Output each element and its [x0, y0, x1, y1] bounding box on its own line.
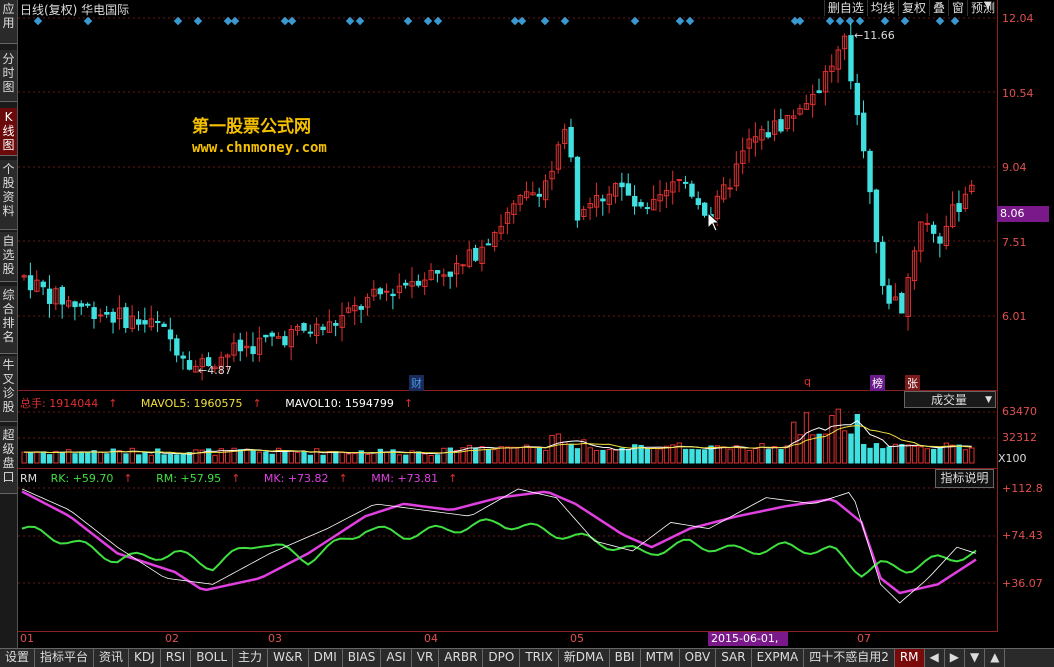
- chevron-down-icon: ▼: [985, 395, 992, 405]
- watermark-url: www.chnmoney.com: [192, 140, 327, 156]
- mouse-cursor-icon: [707, 212, 721, 232]
- current-price-badge: 8.06: [997, 206, 1049, 222]
- tab-18[interactable]: OBV: [680, 649, 717, 667]
- tab-14[interactable]: TRIX: [520, 649, 559, 667]
- scroll-right-icon[interactable]: ▶: [945, 649, 965, 667]
- tab-7[interactable]: W&R: [268, 649, 309, 667]
- indicator-tick: +36.07: [1002, 577, 1043, 590]
- scroll-up-icon[interactable]: ▲: [985, 649, 1006, 667]
- pane-divider-volume: [18, 390, 997, 391]
- legend-total-volume: 总手: 1914044 ↑: [20, 397, 118, 410]
- x-tick: 03: [268, 632, 282, 645]
- grid-lines: [18, 17, 997, 584]
- tab-4[interactable]: RSI: [161, 649, 192, 667]
- volume-bars: [21, 408, 975, 464]
- indicator-tick: +112.8: [1002, 482, 1043, 495]
- x-tick: 04: [424, 632, 438, 645]
- volume-tick: 63470: [1002, 405, 1037, 418]
- tab-3[interactable]: KDJ: [129, 649, 161, 667]
- price-tick: 9.04: [1002, 161, 1027, 174]
- indicator-lines: [21, 488, 977, 604]
- tab-13[interactable]: DPO: [483, 649, 521, 667]
- tab-19[interactable]: SAR: [716, 649, 752, 667]
- tab-2[interactable]: 资讯: [94, 649, 130, 667]
- tab-5[interactable]: BOLL: [191, 649, 234, 667]
- tab-8[interactable]: DMI: [309, 649, 343, 667]
- pane-divider-indicator: [18, 468, 997, 469]
- x-tick: 02: [165, 632, 179, 645]
- indicator-help-button[interactable]: 指标说明: [935, 469, 994, 488]
- volume-unit: X100: [998, 452, 1027, 465]
- marker-finance[interactable]: 财: [409, 375, 424, 391]
- legend-mm: MM: +73.81 ↑: [371, 472, 458, 485]
- scroll-down-icon[interactable]: ▼: [965, 649, 986, 667]
- tab-11[interactable]: VR: [412, 649, 440, 667]
- kline-chart[interactable]: [0, 0, 1054, 648]
- candlesticks: [21, 22, 975, 381]
- volume-legend: 总手: 1914044 ↑ MAVOL5: 1960575 ↑ MAVOL10: 1…: [20, 395, 433, 411]
- x-tick: 07: [857, 632, 871, 645]
- indicator-tab-bar: 设置 指标平台 资讯 KDJ RSI BOLL 主力 W&R DMI BIAS ASI VR ARBR D…: [0, 648, 1054, 667]
- x-tick: 01: [20, 632, 34, 645]
- low-price-label: ←4.87: [198, 364, 232, 377]
- tab-22[interactable]: RM: [894, 649, 925, 667]
- price-tick: 12.04: [1002, 12, 1034, 25]
- tab-16[interactable]: BBI: [610, 649, 641, 667]
- volume-indicator-select[interactable]: 成交量 ▼: [904, 391, 996, 408]
- tab-12[interactable]: ARBR: [439, 649, 484, 667]
- marker-q[interactable]: q: [804, 375, 811, 388]
- tab-20[interactable]: EXPMA: [752, 649, 805, 667]
- cursor-date-badge: 2015-06-01,一: [708, 632, 788, 659]
- marker-list[interactable]: 榜: [870, 375, 885, 391]
- indicator-tick: +74.43: [1002, 529, 1043, 542]
- tab-15[interactable]: 新DMA: [559, 649, 610, 667]
- indicator-legend: RM RK: +59.70 ↑ RM: +57.95 ↑ MK: +73.82 ↑ M…: [20, 472, 477, 485]
- x-tick: 05: [570, 632, 584, 645]
- high-price-label: ←11.66: [854, 29, 895, 42]
- indicator-name: RM: [20, 472, 38, 485]
- tab-17[interactable]: MTM: [641, 649, 680, 667]
- info-markers: [33, 16, 960, 26]
- tab-0[interactable]: 设置: [0, 649, 36, 667]
- tab-21[interactable]: 四十不惑自用2: [804, 649, 895, 667]
- tab-10[interactable]: ASI: [381, 649, 412, 667]
- legend-rk: RK: +59.70 ↑: [50, 472, 133, 485]
- tab-1[interactable]: 指标平台: [35, 649, 95, 667]
- legend-mk: MK: +73.82 ↑: [263, 472, 348, 485]
- marker-limit-up[interactable]: 张: [905, 375, 920, 391]
- scroll-left-icon[interactable]: ◀: [925, 649, 945, 667]
- tab-9[interactable]: BIAS: [343, 649, 382, 667]
- legend-rm: RM: +57.95 ↑: [156, 472, 241, 485]
- price-tick: 6.01: [1002, 310, 1027, 323]
- price-axis-line: [997, 0, 998, 632]
- watermark-title: 第一股票公式网: [192, 117, 311, 137]
- volume-tick: 32312: [1002, 431, 1037, 444]
- price-tick: 7.51: [1002, 236, 1027, 249]
- price-tick: 10.54: [1002, 87, 1034, 100]
- tab-6[interactable]: 主力: [233, 649, 269, 667]
- legend-mavol10: MAVOL10: 1594799 ↑: [285, 397, 414, 410]
- legend-mavol5: MAVOL5: 1960575 ↑: [140, 397, 262, 410]
